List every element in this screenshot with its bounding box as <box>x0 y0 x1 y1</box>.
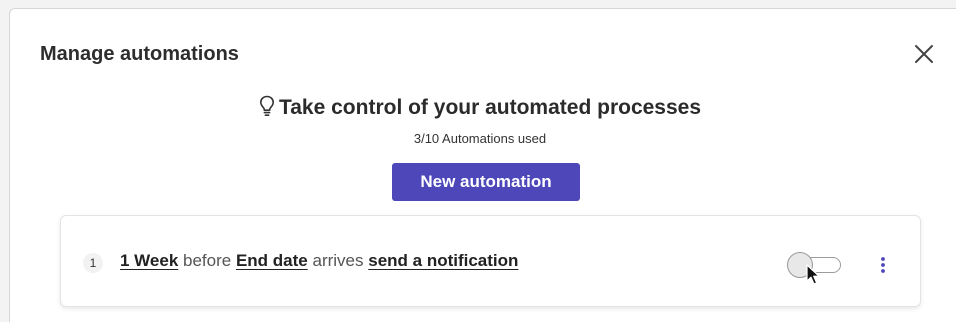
rule-text-arrives: arrives <box>312 251 364 270</box>
headline: Take control of your automated processes <box>10 95 950 120</box>
toggle-knob <box>787 252 813 278</box>
automation-index: 1 <box>83 253 103 273</box>
close-icon[interactable] <box>912 42 936 66</box>
rule-text-before: before <box>183 251 232 270</box>
automations-usage: 3/10 Automations used <box>413 131 547 146</box>
headline-text: Take control of your automated processes <box>278 96 702 119</box>
lightbulb-icon <box>259 95 275 117</box>
dialog-title: Manage automations <box>40 43 239 65</box>
rule-action-link[interactable]: send a notification <box>368 251 518 270</box>
new-automation-button[interactable]: New automation <box>392 163 580 201</box>
automation-card: 1 1 Week before End date arrives send a … <box>60 215 921 307</box>
automation-enabled-toggle[interactable] <box>787 252 845 278</box>
rule-field-link[interactable]: End date <box>236 251 308 270</box>
more-vertical-icon[interactable] <box>873 254 893 276</box>
rule-period-link[interactable]: 1 Week <box>120 251 178 270</box>
manage-automations-dialog: Manage automations Take control of your … <box>9 8 956 322</box>
automation-rule: 1 Week before End date arrives send a no… <box>120 251 518 271</box>
